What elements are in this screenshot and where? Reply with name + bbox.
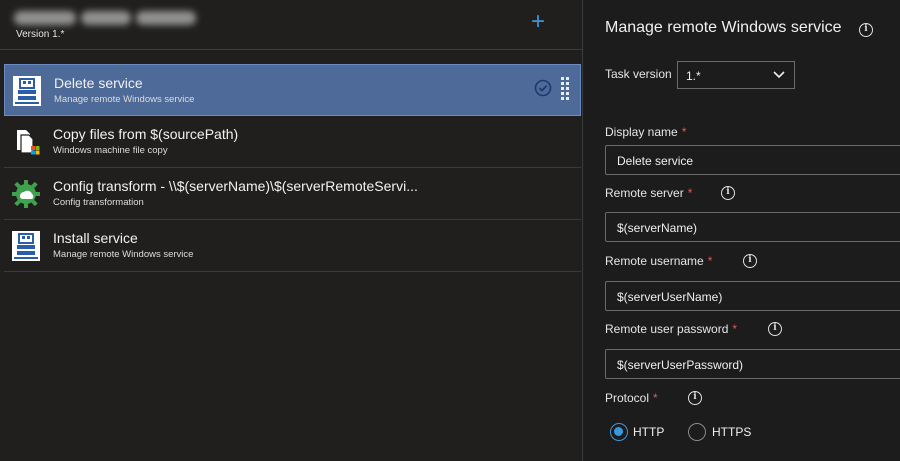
display-name-label-text: Display name	[605, 125, 678, 139]
task-item-config-transform[interactable]: Config transform - \\$(serverName)\$(ser…	[4, 168, 581, 220]
chevron-down-icon	[773, 71, 785, 79]
add-task-button[interactable]: +	[526, 10, 550, 35]
protocol-https-label[interactable]: HTTPS	[712, 425, 751, 439]
required-mark: *	[681, 125, 687, 139]
task-list: Delete service Manage remote Windows ser…	[4, 64, 581, 272]
pipeline-name-blurred[interactable]	[14, 8, 219, 28]
protocol-http-radio[interactable]	[610, 423, 628, 441]
task-details-pane: Manage remote Windows service i Task ver…	[584, 0, 900, 461]
task-version-select[interactable]: 1.*	[677, 61, 795, 89]
remote-username-field[interactable]: $(serverUserName)	[605, 281, 900, 311]
task-title: Config transform - \\$(serverName)\$(ser…	[53, 178, 418, 194]
info-icon[interactable]: i	[743, 254, 757, 268]
task-subtitle: Manage remote Windows service	[54, 94, 195, 105]
remote-server-field[interactable]: $(serverName)	[605, 212, 900, 242]
protocol-label-text: Protocol	[605, 391, 650, 405]
service-icon	[12, 231, 40, 261]
display-name-label: Display name *	[605, 125, 686, 139]
task-subtitle: Windows machine file copy	[53, 145, 168, 156]
required-mark: *	[687, 186, 693, 200]
info-icon[interactable]: i	[721, 186, 735, 200]
task-title: Install service	[53, 230, 138, 246]
protocol-http-label[interactable]: HTTP	[633, 425, 664, 439]
config-transform-icon	[12, 180, 40, 208]
remote-server-label-text: Remote server	[605, 186, 684, 200]
required-mark: *	[732, 322, 738, 336]
pipeline-header: Version 1.* +	[0, 0, 583, 50]
remote-password-label-text: Remote user password	[605, 322, 729, 336]
info-icon[interactable]: i	[688, 391, 702, 405]
remote-server-label: Remote server *	[605, 186, 692, 200]
task-subtitle: Manage remote Windows service	[53, 249, 194, 260]
required-mark: *	[707, 254, 713, 268]
protocol-https-radio[interactable]	[688, 423, 706, 441]
protocol-label: Protocol *	[605, 391, 658, 405]
checkmark-circle-icon[interactable]	[534, 79, 552, 97]
task-title: Delete service	[54, 75, 143, 91]
remote-password-label: Remote user password *	[605, 322, 737, 336]
display-name-field[interactable]: Delete service	[605, 145, 900, 175]
task-subtitle: Config transformation	[53, 197, 144, 208]
task-version-label: Task version	[605, 67, 672, 81]
task-item-copy-files[interactable]: Copy files from $(sourcePath) Windows ma…	[4, 116, 581, 168]
task-version-value: 1.*	[686, 69, 701, 83]
panel-title: Manage remote Windows service	[605, 19, 842, 36]
required-mark: *	[653, 391, 658, 405]
task-list-pane: Version 1.* + Delete service Manage remo…	[0, 0, 583, 461]
task-item-delete-service[interactable]: Delete service Manage remote Windows ser…	[4, 64, 581, 116]
remote-username-label-text: Remote username	[605, 254, 704, 268]
version-label: Version 1.*	[16, 29, 65, 40]
info-icon[interactable]: i	[859, 23, 873, 37]
task-item-install-service[interactable]: Install service Manage remote Windows se…	[4, 220, 581, 272]
task-title: Copy files from $(sourcePath)	[53, 126, 239, 142]
remote-password-field[interactable]: $(serverUserPassword)	[605, 349, 900, 379]
info-icon[interactable]: i	[768, 322, 782, 336]
service-icon	[13, 76, 41, 106]
remote-username-label: Remote username *	[605, 254, 712, 268]
file-copy-icon	[17, 130, 40, 155]
drag-handle-icon[interactable]	[560, 76, 570, 104]
